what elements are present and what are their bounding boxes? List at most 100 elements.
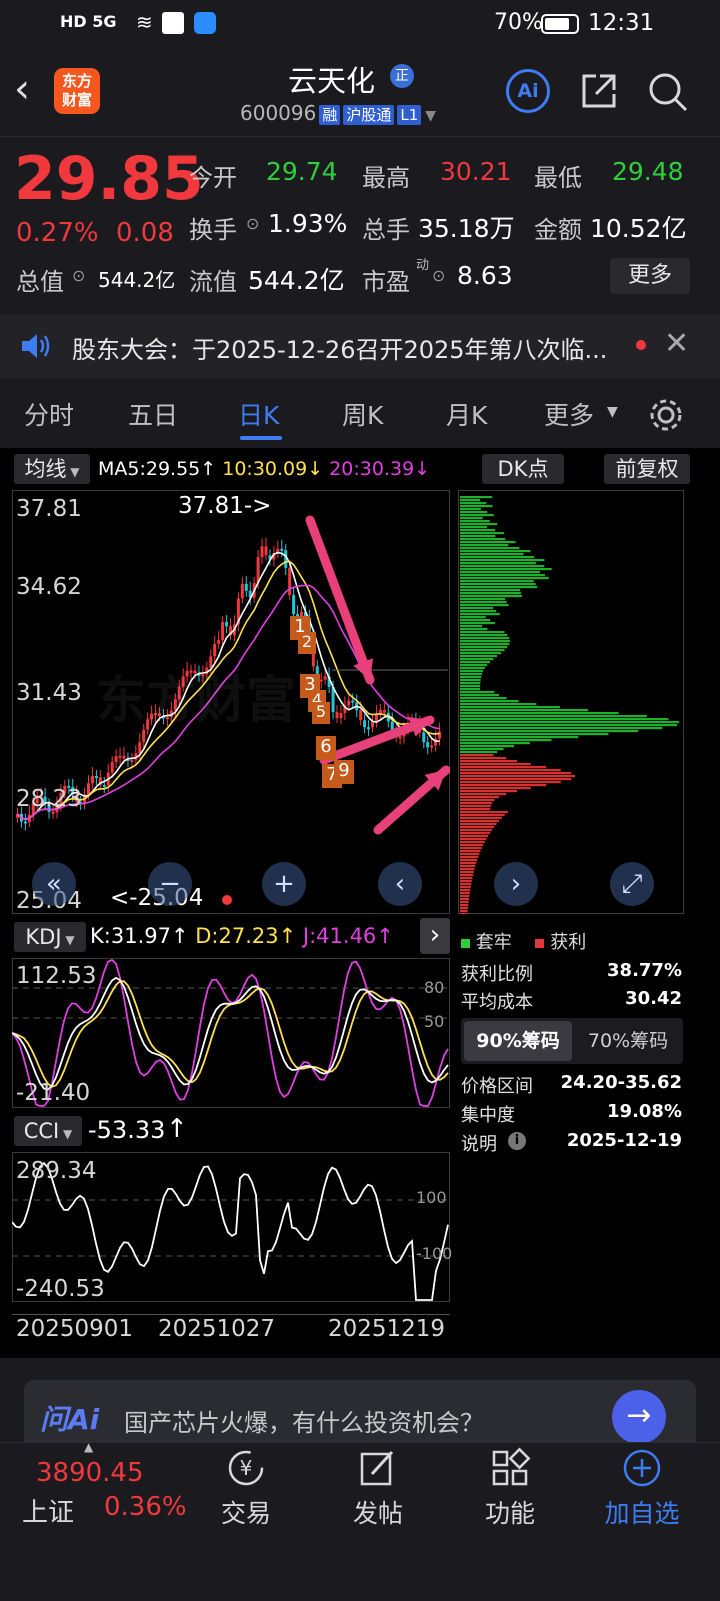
annotation-arrow (305, 515, 375, 685)
alipay-icon (162, 12, 184, 34)
signal-badge[interactable]: 5 (312, 702, 330, 724)
notice-text[interactable]: 股东大会：于2025-12-26召开2025年第八次临... (72, 330, 607, 365)
nav-post[interactable]: 发帖 (328, 1494, 428, 1530)
index-name[interactable]: 上证 (22, 1492, 74, 1529)
info-icon[interactable]: ⊙ (246, 214, 259, 233)
chip-bar (460, 709, 589, 712)
ma-selector[interactable]: 均线 ▼ (14, 454, 90, 484)
ma20-value: 20:30.39 (329, 458, 415, 480)
chip-bar (460, 604, 509, 607)
chip-bar (460, 697, 507, 700)
functions-icon[interactable] (488, 1446, 532, 1490)
tab-weekly-k[interactable]: 周K (342, 396, 383, 432)
zoom-in-icon[interactable]: + (262, 862, 306, 906)
candle-body (371, 721, 374, 728)
turnover-value: 1.93% (268, 209, 348, 238)
candle-body (374, 714, 378, 722)
verified-badge: 正 (390, 64, 414, 88)
chip-row-label: 集中度 (461, 1105, 515, 1126)
add-watchlist-icon[interactable] (620, 1446, 664, 1490)
signal-badge[interactable]: 6 (316, 736, 336, 760)
chip-bar (460, 535, 496, 538)
search-icon[interactable] (646, 70, 690, 114)
chip-bar (460, 565, 545, 568)
signal-badge[interactable]: 2 (298, 632, 316, 654)
chip-bar (460, 700, 519, 703)
tab-chip-90[interactable]: 90%筹码 (464, 1021, 572, 1061)
chip-bar (460, 499, 481, 502)
scroll-left-icon[interactable]: ‹ (378, 862, 422, 906)
chip-bar (460, 799, 495, 802)
chip-bar (460, 913, 468, 914)
mktcap-label: 总值 (16, 268, 64, 296)
tab-intraday[interactable]: 分时 (24, 396, 74, 432)
chip-bar (460, 769, 561, 772)
dk-point-button[interactable]: DK点 (482, 454, 564, 484)
arrow-right-icon[interactable]: → (612, 1390, 666, 1444)
kdj-j-value: J:41.46 (302, 924, 377, 948)
nav-trade[interactable]: 交易 (196, 1494, 296, 1530)
float-label: 流值 (189, 268, 237, 296)
tab-monthly-k[interactable]: 月K (446, 396, 487, 432)
pe-dynamic-sup: 动 (416, 258, 430, 273)
scroll-right-icon[interactable]: › (494, 862, 538, 906)
chip-bar (460, 628, 488, 631)
candle-body (264, 546, 268, 556)
trade-icon[interactable]: ¥ (224, 1446, 268, 1490)
chip-bar (460, 685, 481, 688)
ai-button[interactable]: Ai (506, 69, 550, 113)
chip-row-value: 30.42 (625, 988, 682, 1009)
nav-add-watchlist[interactable]: 加自选 (592, 1494, 692, 1530)
shield-icon (194, 12, 216, 34)
candle-body (138, 742, 142, 754)
chip-bar (460, 859, 478, 862)
expand-right-icon[interactable]: › (420, 918, 450, 954)
index-value[interactable]: 3890.45 (36, 1458, 144, 1488)
chip-bar (460, 907, 468, 910)
expand-icon[interactable]: ⤢ (610, 862, 654, 906)
amount-value: 10.52亿 (590, 214, 687, 243)
adjust-button[interactable]: 前复权 (604, 454, 690, 484)
chip-bar (460, 832, 490, 835)
cci-selector[interactable]: CCI ▼ (14, 1116, 82, 1146)
cci-ref-100: 100 (416, 1188, 447, 1207)
chip-bar (460, 880, 472, 883)
tab-daily-k[interactable]: 日K (238, 396, 279, 432)
candle-body (114, 756, 118, 763)
candle-body (87, 783, 90, 795)
chevron-down-icon[interactable]: ▼ (425, 108, 436, 124)
y-label-2: 34.62 (16, 574, 82, 600)
candle-body (213, 643, 217, 657)
ma10-value: 10:30.09 (222, 458, 308, 480)
battery-percent: 70% (494, 10, 543, 35)
nav-functions[interactable]: 功能 (460, 1494, 560, 1530)
profit-label: 获利 (550, 932, 587, 953)
ask-ai-brand: 问Ai (40, 1403, 100, 1436)
more-button[interactable]: 更多 (610, 258, 690, 294)
close-icon[interactable]: ✕ (664, 326, 689, 361)
chip-bar (460, 571, 540, 574)
tab-five-day[interactable]: 五日 (128, 396, 178, 432)
tab-chip-70[interactable]: 70%筹码 (576, 1021, 680, 1061)
tab-more[interactable]: 更多 (544, 396, 594, 432)
y-label-1: 37.81 (16, 496, 82, 522)
chip-bar (460, 895, 470, 898)
volume-value: 35.18万 (418, 214, 515, 243)
battery-icon (541, 14, 579, 34)
post-icon[interactable] (356, 1446, 400, 1490)
gear-icon[interactable] (648, 397, 684, 433)
zoom-out-icon[interactable]: − (148, 862, 192, 906)
scroll-left-fast-icon[interactable]: « (32, 862, 76, 906)
chip-bar (460, 547, 520, 550)
chip-bar (460, 748, 504, 751)
signal-badge[interactable]: 9 (334, 760, 354, 784)
kdj-selector[interactable]: KDJ ▼ (14, 922, 86, 952)
index-percent[interactable]: 0.36% (104, 1492, 187, 1522)
info-icon[interactable]: ⊙ (432, 266, 445, 285)
ask-ai-input[interactable]: 国产芯片火爆，有什么投资机会？ (124, 1403, 484, 1438)
info-icon[interactable]: ⊙ (72, 266, 85, 285)
info-icon[interactable]: i (508, 1132, 526, 1150)
back-icon[interactable]: ‹ (14, 66, 30, 112)
chip-bar (460, 607, 494, 610)
share-icon[interactable] (578, 70, 620, 112)
